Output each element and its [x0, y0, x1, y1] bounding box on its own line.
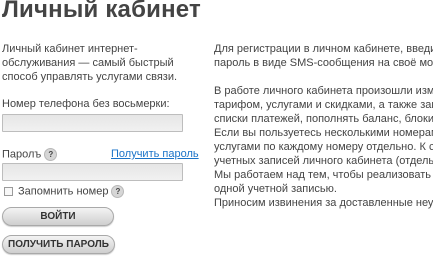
info-line: Если вы пользуетесь несколькими номерами… [214, 127, 433, 139]
info-line: тарифом, услугами и скидками, а также за… [214, 99, 433, 111]
info-line: списки платежей, пополнять баланс, блоки… [214, 113, 433, 125]
password-label: Паролъ [2, 148, 42, 161]
page-title: Личный кабинет [2, 0, 201, 23]
password-label-group: Паролъ? [2, 148, 58, 161]
login-button[interactable]: ВОЙТИ [2, 207, 114, 226]
info-line: Мы работаем над тем, чтобы реализовать в… [214, 169, 433, 181]
remember-label: Запомнить номер [18, 185, 109, 198]
phone-label: Номер телефона без восьмерки: [2, 98, 170, 110]
remember-label-group: Запомнить номер? [18, 185, 125, 198]
info-line: услугами по каждому номеру отдельно. К с… [214, 141, 433, 153]
password-input[interactable] [2, 163, 183, 181]
get-password-button[interactable]: ПОЛУЧИТЬ ПАРОЛЬ [2, 235, 115, 254]
info-line: учетных записей личного кабинета (отдель… [214, 155, 433, 167]
remember-help-icon[interactable]: ? [111, 185, 125, 198]
get-password-link[interactable]: Получить пароль [111, 148, 199, 160]
info-line: пароль в виде SMS-сообщения на своё моби… [214, 57, 433, 69]
info-line: Приносим извинения за доставленные неудо… [214, 197, 433, 209]
info-line: В работе личного кабинета произошли изме… [214, 85, 433, 97]
info-line: Для регистрации в личном кабинете, введи… [214, 43, 433, 55]
info-line: одной учетной записью. [214, 183, 337, 195]
info-panel: Для регистрации в личном кабинете, введи… [214, 42, 433, 210]
phone-input[interactable] [2, 114, 183, 132]
password-help-icon[interactable]: ? [44, 148, 58, 161]
remember-checkbox[interactable] [4, 187, 13, 196]
intro-text: Личный кабинет интернет-обслуживания — с… [2, 43, 178, 83]
